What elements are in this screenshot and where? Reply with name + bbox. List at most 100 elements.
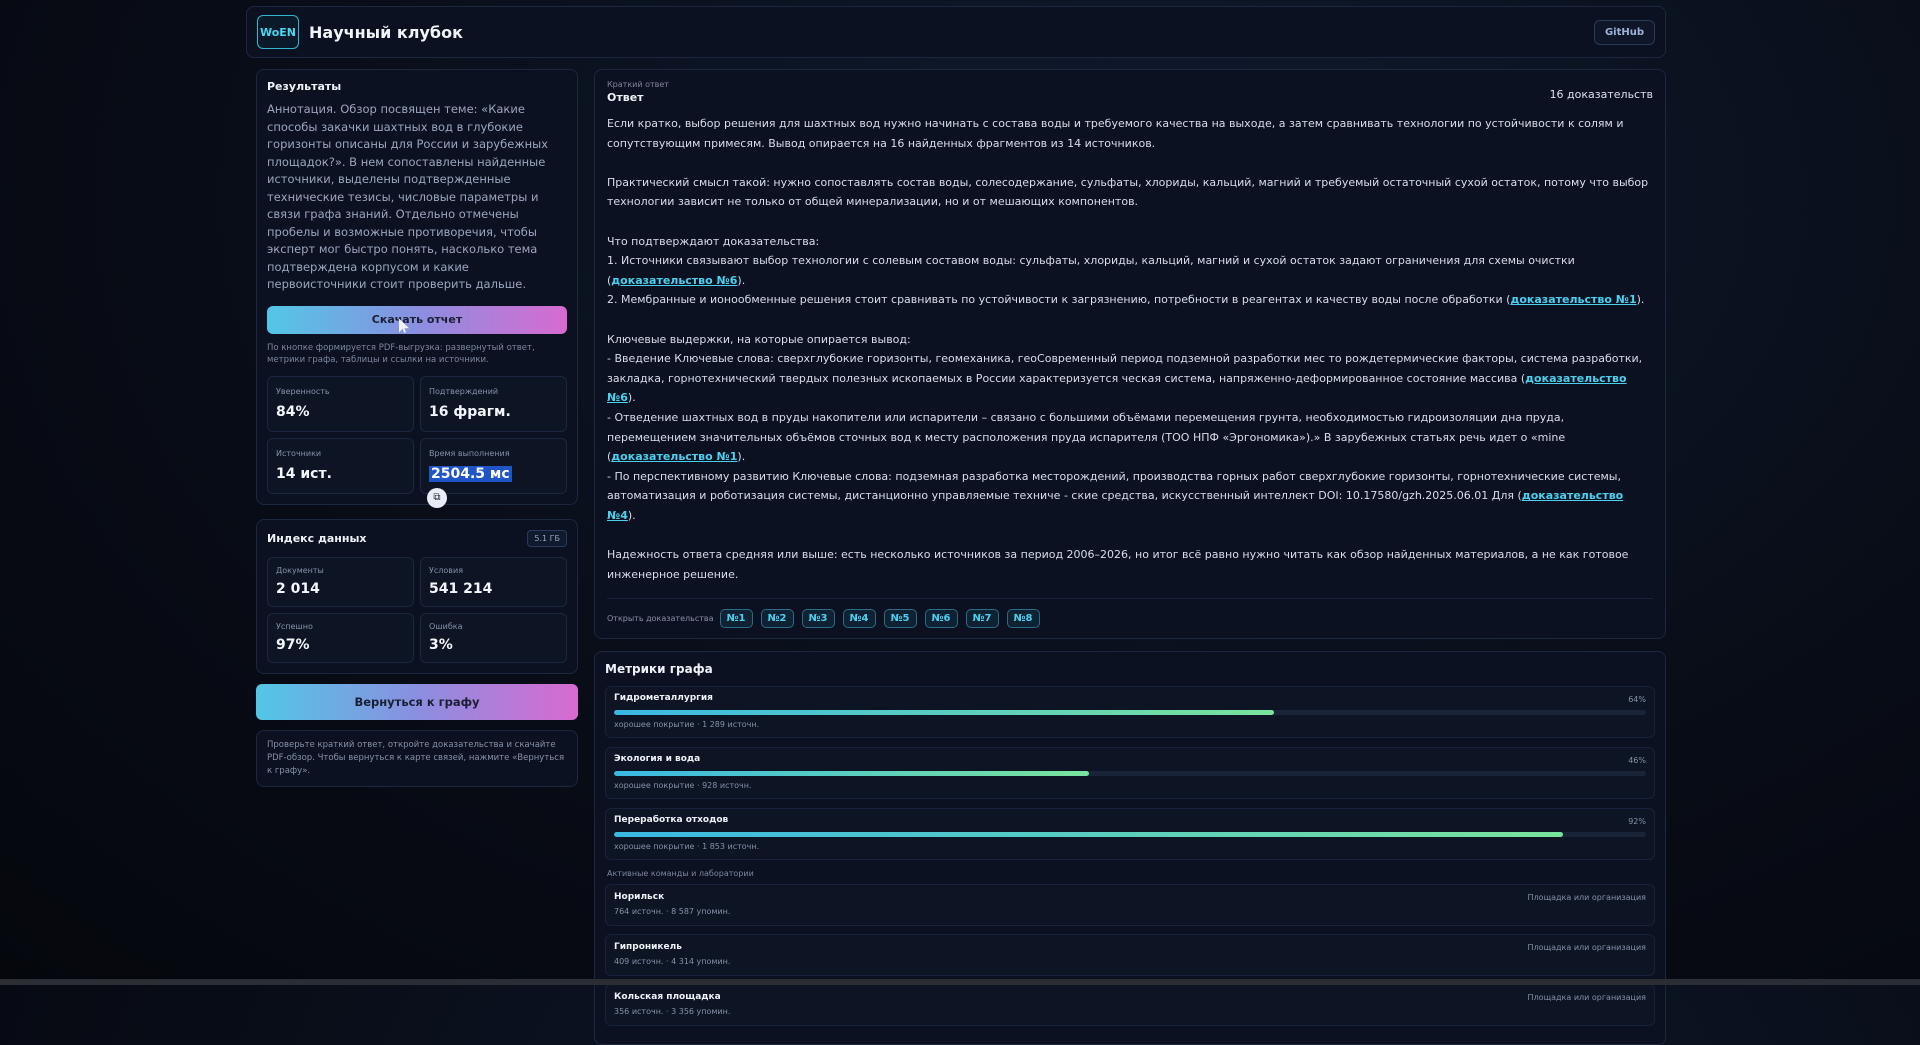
evidence-button-4[interactable]: №4 <box>842 609 876 629</box>
github-button[interactable]: GitHub <box>1593 19 1655 45</box>
logo[interactable]: WoEN <box>257 15 299 49</box>
stat-value[interactable]: 2504.5 мс <box>429 465 558 482</box>
metric-bar: Переработка отходов 92% хорошее покрытие… <box>605 808 1655 861</box>
stat-documents: Документы 2 014 <box>267 556 414 607</box>
evidence-button-6[interactable]: №6 <box>924 609 958 629</box>
stat-confirmations: Подтверждений 16 фрагм. <box>420 375 567 432</box>
answer-paragraph: Что подтверждают доказательства: <box>607 234 820 248</box>
answer-title: Ответ <box>607 91 644 104</box>
evidence-count: 16 доказательств <box>1549 88 1653 101</box>
team-subtitle: 356 источн. · 3 356 упомин. <box>614 1007 731 1017</box>
answer-paragraph: - По перспективному развитию Ключевые сл… <box>607 469 1624 522</box>
team-item[interactable]: Кольская площадка 356 источн. · 3 356 уп… <box>605 984 1655 1027</box>
team-item[interactable]: Гипроникель 409 источн. · 4 314 упомин. … <box>605 934 1655 977</box>
evidence-button-2[interactable]: №2 <box>760 609 794 629</box>
stat-label: Подтверждений <box>429 386 499 396</box>
evidence-link[interactable]: доказательство №1 <box>1510 293 1636 306</box>
team-tag: Площадка или организация <box>1527 893 1646 903</box>
metric-percent: 64% <box>1628 695 1646 705</box>
answer-paragraph: 2. Мембранные и ионообменные решения сто… <box>607 293 1645 307</box>
evidence-buttons: Открыть доказательства №1 №2 №3 №4 №5 №6… <box>607 598 1653 629</box>
team-tag: Площадка или организация <box>1527 943 1646 953</box>
metric-bar: Экология и вода 46% хорошее покрытие · 9… <box>605 747 1655 800</box>
data-index-header: Индекс данных 5.1 ГБ <box>267 529 567 547</box>
team-name: Кольская площадка <box>614 992 721 1003</box>
results-panel: Результаты Аннотация. Обзор посвящен тем… <box>256 69 578 508</box>
answer-paragraph: Если кратко, выбор решения для шахтных в… <box>607 117 1624 150</box>
team-name: Норильск <box>614 892 665 903</box>
results-stats: Уверенность 84% Подтверждений 16 фрагм. … <box>267 375 567 508</box>
index-stats: Документы 2 014 Условия 541 214 Успешно … <box>267 556 567 663</box>
evidence-button-8[interactable]: №8 <box>1006 609 1040 629</box>
download-note: По кнопке формируется PDF-выгрузка: разв… <box>267 342 535 365</box>
metric-name: Экология и вода <box>614 754 701 765</box>
stat-conditions: Условия 541 214 <box>420 556 567 607</box>
stat-value: 16 фрагм. <box>429 403 511 420</box>
stat-sources: Источники 14 ист. <box>267 437 414 494</box>
back-to-graph-button[interactable]: Вернуться к графу <box>256 683 578 720</box>
metric-bar: Гидрометаллургия 64% хорошее покрытие · … <box>605 686 1655 739</box>
stat-label: Источники <box>276 448 322 458</box>
copy-icon[interactable]: ⧉ <box>427 487 447 508</box>
stat-value: 3% <box>429 636 453 653</box>
taskbar-strip <box>0 979 1920 985</box>
answer-paragraph: - Отведение шахтных вод в пруды накопите… <box>607 410 1566 464</box>
metric-name: Гидрометаллургия <box>614 693 713 704</box>
stat-value: 541 214 <box>429 580 493 597</box>
stat-label: Условия <box>429 565 464 575</box>
answer-paragraph: - Введение Ключевые слова: сверхглубокие… <box>607 352 1643 405</box>
results-title: Результаты <box>267 80 342 93</box>
right-column: Краткий ответ Ответ 16 доказательств Есл… <box>594 69 1666 1045</box>
answer-paragraph: Ключевые выдержки, на которые опирается … <box>607 332 911 346</box>
download-report-button[interactable]: Скачать отчет <box>267 305 567 334</box>
answer-paragraph: Надежность ответа средняя или выше: есть… <box>607 548 1629 581</box>
selected-text[interactable]: 2504.5 мс <box>429 465 512 482</box>
answer-paragraph: Практический смысл такой: нужно сопостав… <box>607 175 1649 209</box>
answer-caption: Краткий ответ <box>607 80 669 89</box>
evidence-button-5[interactable]: №5 <box>883 609 917 629</box>
evidence-link[interactable]: доказательство №6 <box>611 274 737 287</box>
teams-label: Активные команды и лаборатории <box>607 869 754 879</box>
metric-subtitle: хорошее покрытие · 928 источн. <box>614 781 752 791</box>
help-hint: Проверьте краткий ответ, откройте доказа… <box>256 729 578 787</box>
metric-percent: 92% <box>1628 817 1646 827</box>
metric-subtitle: хорошее покрытие · 1 289 источн. <box>614 720 760 730</box>
graph-metrics-panel: Метрики графа Гидрометаллургия 64% хорош… <box>594 651 1666 1045</box>
team-subtitle: 409 источн. · 4 314 упомин. <box>614 957 731 967</box>
index-size-badge: 5.1 ГБ <box>527 529 567 547</box>
metric-fill <box>614 710 1275 716</box>
answer-paragraph: 1. Источники связывают выбор технологии … <box>607 254 1575 287</box>
team-item[interactable]: Норильск 764 источн. · 8 587 упомин. Пло… <box>605 884 1655 927</box>
results-annotation: Аннотация. Обзор посвящен теме: «Какие с… <box>267 102 549 291</box>
app-title: Научный клубок <box>309 22 463 42</box>
stat-value: 2 014 <box>276 580 320 597</box>
stat-error: Ошибка 3% <box>420 612 567 663</box>
metric-track <box>614 710 1646 716</box>
stat-label: Уверенность <box>276 386 330 396</box>
metric-name: Переработка отходов <box>614 815 729 826</box>
evidence-button-3[interactable]: №3 <box>801 609 835 629</box>
team-name: Гипроникель <box>614 942 682 953</box>
metric-subtitle: хорошее покрытие · 1 853 источн. <box>614 842 760 852</box>
team-subtitle: 764 источн. · 8 587 упомин. <box>614 907 731 917</box>
evidence-link[interactable]: доказательство №1 <box>611 450 737 463</box>
app: WoEN Научный клубок GitHub Результаты Ан… <box>246 6 1666 1045</box>
metric-track <box>614 771 1646 777</box>
metric-track <box>614 832 1646 838</box>
evidence-button-1[interactable]: №1 <box>719 609 753 629</box>
evidence-button-7[interactable]: №7 <box>965 609 999 629</box>
data-index-title: Индекс данных <box>267 531 367 545</box>
stat-label: Успешно <box>276 621 313 631</box>
metric-fill <box>614 832 1564 838</box>
stat-value: 84% <box>276 403 310 420</box>
left-column: Результаты Аннотация. Обзор посвящен тем… <box>256 69 578 787</box>
download-report-label: Скачать отчет <box>371 313 463 326</box>
stat-value: 97% <box>276 636 310 653</box>
evidence-label: Открыть доказательства <box>607 614 714 624</box>
stat-success: Успешно 97% <box>267 612 414 663</box>
data-index-panel: Индекс данных 5.1 ГБ Документы 2 014 Усл… <box>256 518 578 674</box>
stat-label: Ошибка <box>429 621 463 631</box>
metrics-title: Метрики графа <box>605 662 713 677</box>
metric-fill <box>614 771 1089 777</box>
answer-text: Если кратко, выбор решения для шахтных в… <box>607 114 1653 584</box>
